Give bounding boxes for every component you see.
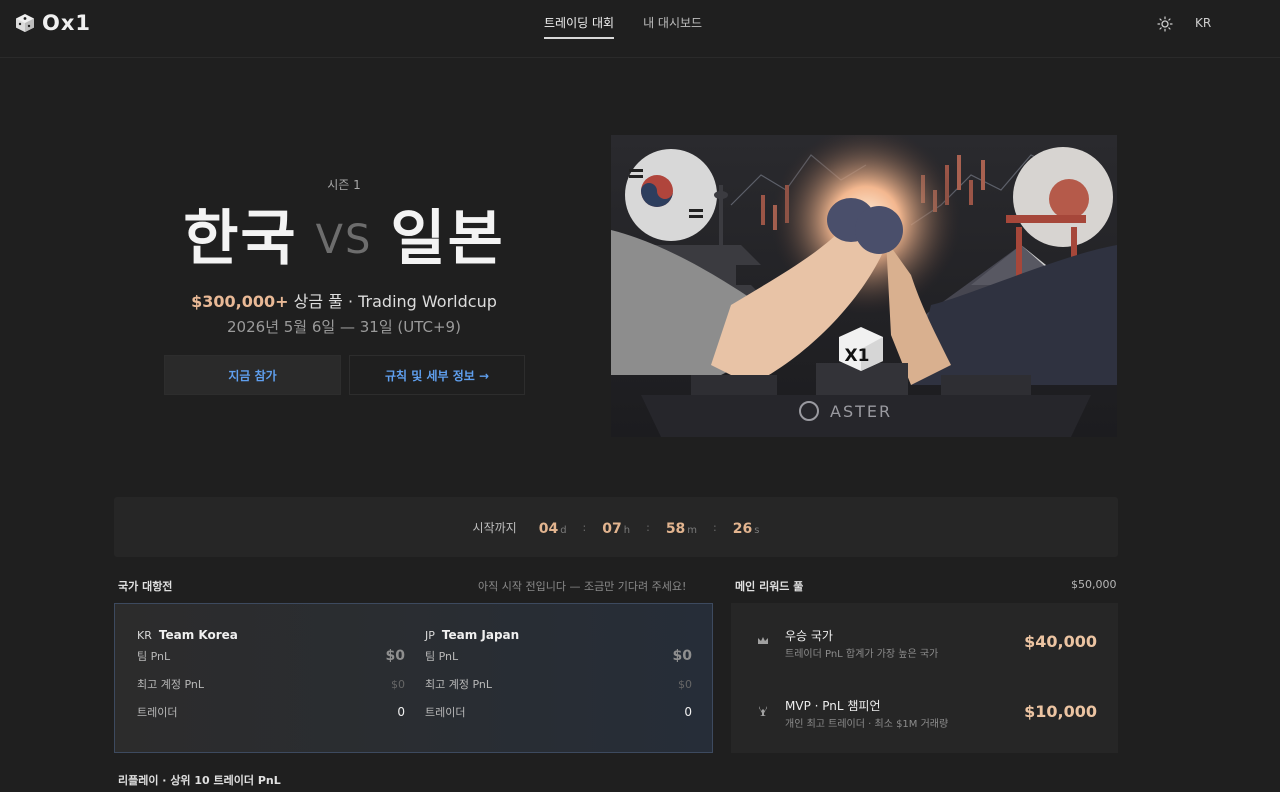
countdown-bar: 시작까지 04 d : 07 h : 58 m : 26 s xyxy=(114,497,1118,557)
logo-text: Ox1 xyxy=(42,11,92,35)
trophy-icon xyxy=(759,706,767,716)
stat-value: 0 xyxy=(684,705,692,719)
crown-icon xyxy=(758,637,768,644)
rules-details-button[interactable]: 규칙 및 세부 정보 → xyxy=(349,355,525,395)
stat-value: 0 xyxy=(397,705,405,719)
season-label: 시즌 1 xyxy=(327,178,361,192)
countdown-minutes: 58 m xyxy=(665,520,698,537)
countdown-seconds: 26 s xyxy=(732,520,760,537)
prize-pool-line: $300,000+ 상금 풀 · Trading Worldcup xyxy=(164,288,524,312)
stat-label: 트레이더 xyxy=(425,706,466,719)
matchup-headline: 한국 VS 일본 xyxy=(164,203,524,276)
logo[interactable]: Ox1 xyxy=(14,11,91,35)
prize-amount: $300,000+ xyxy=(191,292,289,311)
versus-status-note: 아직 시작 전입니다 — 조금만 기다려 주세요! xyxy=(478,580,687,593)
join-now-button[interactable]: 지금 참가 xyxy=(164,355,341,395)
cube-logo-icon xyxy=(16,14,34,32)
reward-subtitle: 트레이더 PnL 합계가 가장 높은 국가 xyxy=(785,649,939,660)
stat-label: 최고 계정 PnL xyxy=(425,678,493,691)
reward-total: $50,000 xyxy=(1071,578,1117,591)
country-code: JP xyxy=(425,629,435,642)
stat-value: $0 xyxy=(385,648,405,664)
traders-row: 트레이더 0 xyxy=(137,698,405,726)
prize-text: 상금 풀 · Trading Worldcup xyxy=(293,292,497,311)
reward-amount: $40,000 xyxy=(1024,632,1097,651)
team-header: KR Team Korea xyxy=(137,628,405,642)
reward-item-mvp: MVP · PnL 챔피언 개인 최고 트레이더 · 최소 $1M 거래량 $1… xyxy=(757,697,1097,737)
separator: : xyxy=(582,520,587,534)
sun-icon[interactable] xyxy=(1157,16,1173,32)
cube-label: X1 xyxy=(845,346,870,366)
team-a-name: 한국 xyxy=(183,204,298,274)
separator: : xyxy=(713,520,717,534)
versus-card: KR Team Korea 팀 PnL $0 최고 계정 PnL $0 트레이더… xyxy=(114,603,713,753)
stat-label: 트레이더 xyxy=(137,706,178,719)
countdown-label: 시작까지 xyxy=(472,520,517,535)
countdown-hours: 07 h xyxy=(602,520,631,537)
stat-label: 팀 PnL xyxy=(425,650,459,663)
team-header: JP Team Japan xyxy=(425,628,692,642)
team-pnl-row: 팀 PnL $0 xyxy=(425,642,692,670)
team-japan-panel: JP Team Japan 팀 PnL $0 최고 계정 PnL $0 트레이더… xyxy=(425,628,692,726)
reward-title: 우승 국가 xyxy=(785,629,833,643)
stat-value: $0 xyxy=(391,677,405,691)
country-code: KR xyxy=(137,629,152,642)
language-selector[interactable]: KR xyxy=(1195,16,1211,30)
reward-section-title: 메인 리워드 풀 xyxy=(735,580,804,593)
reward-title: MVP · PnL 챔피언 xyxy=(785,699,881,713)
reward-item-winning-country: 우승 국가 트레이더 PnL 합계가 가장 높은 국가 $40,000 xyxy=(757,627,1097,667)
stat-label: 최고 계정 PnL xyxy=(137,678,205,691)
event-dates: 2026년 5월 6일 — 31일 (UTC+9) xyxy=(227,318,461,336)
traders-row: 트레이더 0 xyxy=(425,698,692,726)
stat-label: 팀 PnL xyxy=(137,650,171,663)
top-navigation-bar: Ox1 트레이딩 대회 내 대시보드 KR xyxy=(0,0,1280,58)
stat-value: $0 xyxy=(672,648,692,664)
best-account-pnl-row: 최고 계정 PnL $0 xyxy=(425,670,692,698)
best-account-pnl-row: 최고 계정 PnL $0 xyxy=(137,670,405,698)
team-b-name: 일본 xyxy=(390,204,505,274)
hero-text: 시즌 1 한국 VS 일본 $300,000+ 상금 풀 · Trading Wor… xyxy=(164,170,524,337)
reward-pool-card: 우승 국가 트레이더 PnL 합계가 가장 높은 국가 $40,000 MVP … xyxy=(731,603,1118,753)
stat-value: $0 xyxy=(678,677,692,691)
team-name: Team Korea xyxy=(158,628,238,642)
separator: : xyxy=(646,520,650,534)
countdown-days: 04 d xyxy=(538,520,567,537)
team-pnl-row: 팀 PnL $0 xyxy=(137,642,405,670)
reward-amount: $10,000 xyxy=(1024,702,1097,721)
reward-subtitle: 개인 최고 트레이더 · 최소 $1M 거래량 xyxy=(785,719,949,730)
replay-section-title: 리플레이 · 상위 10 트레이더 PnL xyxy=(118,774,281,787)
hero-illustration: X1 ASTER xyxy=(611,135,1117,437)
tab-my-dashboard[interactable]: 내 대시보드 xyxy=(643,14,702,39)
vs-label: VS xyxy=(315,217,373,263)
hero-actions: 지금 참가 규칙 및 세부 정보 → xyxy=(164,355,525,395)
versus-section-title: 국가 대항전 xyxy=(118,580,173,593)
aster-brand-text: ASTER xyxy=(830,402,892,421)
main-tabs: 트레이딩 대회 내 대시보드 xyxy=(544,14,702,39)
tab-trading-competition[interactable]: 트레이딩 대회 xyxy=(544,14,615,39)
team-name: Team Japan xyxy=(441,628,520,642)
team-korea-panel: KR Team Korea 팀 PnL $0 최고 계정 PnL $0 트레이더… xyxy=(137,628,405,726)
